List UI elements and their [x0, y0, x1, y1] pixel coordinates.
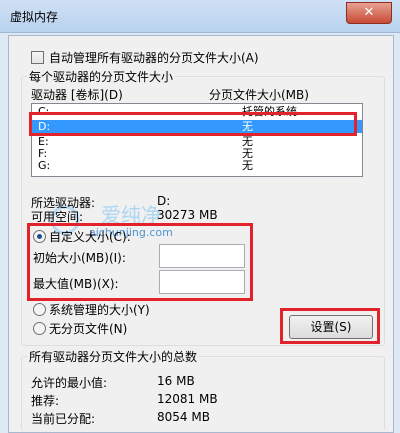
max-size-input[interactable]	[159, 270, 245, 294]
dialog-body: 自动管理所有驱动器的分页文件大小(A) 每个驱动器的分页文件大小 驱动器 [卷标…	[8, 35, 394, 433]
min-allowed-label: 允许的最小值:	[31, 376, 108, 390]
system-managed-radio[interactable]	[33, 303, 46, 316]
window-title: 虚拟内存	[10, 10, 59, 24]
initial-size-input[interactable]	[159, 244, 245, 268]
allocated-value: 8054 MB	[157, 410, 210, 424]
min-allowed-value: 16 MB	[157, 374, 195, 388]
paging-size: 无	[242, 159, 253, 172]
totals-group-legend: 所有驱动器分页文件大小的总数	[27, 348, 200, 365]
recommended-label: 推荐:	[31, 394, 60, 408]
selected-drive-value: D:	[157, 194, 171, 208]
system-managed-label: 系统管理的大小(Y)	[49, 303, 150, 317]
initial-size-label: 初始大小(MB)(I):	[33, 251, 126, 265]
paging-group-legend: 每个驱动器的分页文件大小	[27, 68, 176, 85]
auto-manage-checkbox[interactable]	[31, 51, 44, 64]
close-button[interactable]: ✕	[346, 2, 392, 24]
highlight-selected-drive	[29, 112, 357, 136]
no-paging-file-label: 无分页文件(N)	[49, 322, 128, 336]
custom-size-label: 自定义大小(C):	[49, 230, 131, 244]
free-space-value: 30273 MB	[157, 208, 218, 222]
no-paging-file-radio[interactable]	[33, 322, 46, 335]
size-column-header: 分页文件大小(MB)	[209, 88, 309, 102]
close-icon: ✕	[363, 5, 375, 20]
drive-column-header: 驱动器 [卷标](D)	[31, 88, 123, 102]
max-size-label: 最大值(MB)(X):	[33, 277, 119, 291]
set-button[interactable]: 设置(S)	[289, 315, 373, 339]
allocated-label: 当前已分配:	[31, 412, 96, 426]
drive-letter: G:	[38, 159, 51, 172]
title-bar: 虚拟内存 ✕	[0, 0, 400, 33]
auto-manage-label: 自动管理所有驱动器的分页文件大小(A)	[49, 51, 259, 65]
drive-row-g[interactable]: G: 无	[32, 159, 362, 172]
recommended-value: 12081 MB	[157, 392, 218, 406]
custom-size-radio[interactable]	[33, 230, 46, 243]
